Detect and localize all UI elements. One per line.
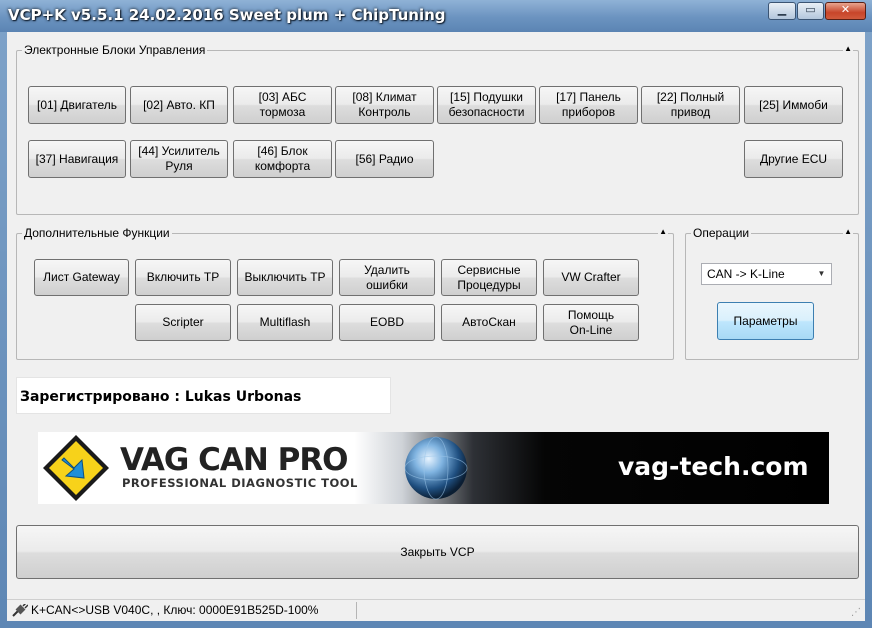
chevron-down-icon[interactable]: ▼ <box>813 265 830 283</box>
parameters-button[interactable]: Параметры <box>717 302 814 340</box>
close-vcp-button[interactable]: Закрыть VCP <box>16 525 859 579</box>
function-button-disable-tp[interactable]: Выключить ТР <box>237 259 333 296</box>
function-button-enable-tp[interactable]: Включить ТР <box>135 259 231 296</box>
window-title: VCP+K v5.5.1 24.02.2016 Sweet plum + Chi… <box>8 6 446 24</box>
banner-subtitle: PROFESSIONAL DIAGNOSTIC TOOL <box>122 476 358 490</box>
functions-group-title: Дополнительные Функции <box>22 226 172 240</box>
function-button-multiflash[interactable]: Multiflash <box>237 304 333 341</box>
operations-group-title: Операции <box>691 226 752 240</box>
function-button-scripter[interactable]: Scripter <box>135 304 231 341</box>
ecu-group: Электронные Блоки Управления ▲ <box>16 43 859 215</box>
protocol-select[interactable]: CAN -> K-Line ▼ <box>701 263 832 285</box>
title-bar[interactable]: VCP+K v5.5.1 24.02.2016 Sweet plum + Chi… <box>0 0 872 32</box>
close-window-button[interactable]: ✕ <box>825 2 866 20</box>
operations-group-collapse-icon[interactable]: ▲ <box>843 227 853 237</box>
registration-text: Зарегистрировано : Lukas Urbonas <box>20 389 302 405</box>
ecu-button-instruments[interactable]: [17] Панель приборов <box>539 86 638 124</box>
application-window: VCP+K v5.5.1 24.02.2016 Sweet plum + Chi… <box>0 0 872 628</box>
ecu-group-collapse-icon[interactable]: ▲ <box>843 44 853 54</box>
protocol-select-value: CAN -> K-Line <box>707 267 785 281</box>
ecu-button-radio[interactable]: [56] Радио <box>335 140 434 178</box>
ecu-button-engine[interactable]: [01] Двигатель <box>28 86 126 124</box>
minimize-button[interactable]: ▁ <box>768 2 796 20</box>
status-bar: K+CAN<>USB V040C, , Ключ: 0000E91B525D-1… <box>7 599 865 621</box>
function-button-vw-crafter[interactable]: VW Crafter <box>543 259 639 296</box>
ecu-group-title: Электронные Блоки Управления <box>22 43 208 57</box>
banner-title: VAG CAN PRO <box>120 442 349 478</box>
status-separator <box>356 602 357 619</box>
ecu-button-immobilizer[interactable]: [25] Иммоби <box>744 86 843 124</box>
ecu-button-abs[interactable]: [03] АБС тормоза <box>233 86 332 124</box>
ecu-button-navigation[interactable]: [37] Навигация <box>28 140 126 178</box>
ecu-button-other[interactable]: Другие ECU <box>744 140 843 178</box>
usb-plug-icon <box>12 604 28 617</box>
vag-can-pro-banner: VAG CAN PRO PROFESSIONAL DIAGNOSTIC TOOL… <box>38 432 829 504</box>
registration-box: Зарегистрировано : Lukas Urbonas <box>16 377 391 414</box>
globe-icon <box>404 436 468 500</box>
banner-website: vag-tech.com <box>618 452 809 481</box>
ecu-button-gearbox[interactable]: [02] Авто. КП <box>130 86 228 124</box>
ecu-button-comfort[interactable]: [46] Блок комфорта <box>233 140 332 178</box>
status-text: K+CAN<>USB V040C, , Ключ: 0000E91B525D-1… <box>31 603 319 617</box>
vag-can-pro-logo-icon <box>43 435 109 501</box>
client-area: Электронные Блоки Управления ▲ [01] Двиг… <box>7 32 865 621</box>
resize-grip-icon[interactable]: ⋰ <box>851 607 863 619</box>
maximize-button[interactable]: ▭ <box>797 2 824 20</box>
ecu-button-climate[interactable]: [08] Климат Контроль <box>335 86 434 124</box>
function-button-online-help[interactable]: Помощь On-Line <box>543 304 639 341</box>
functions-group-collapse-icon[interactable]: ▲ <box>658 227 668 237</box>
function-button-gateway-list[interactable]: Лист Gateway <box>34 259 129 296</box>
function-button-service-procedures[interactable]: Сервисные Процедуры <box>441 259 537 296</box>
ecu-button-airbag[interactable]: [15] Подушки безопасности <box>437 86 536 124</box>
ecu-button-awd[interactable]: [22] Полный привод <box>641 86 740 124</box>
function-button-clear-errors[interactable]: Удалить ошибки <box>339 259 435 296</box>
ecu-button-steering[interactable]: [44] Усилитель Руля <box>130 140 228 178</box>
function-button-autoscan[interactable]: АвтоСкан <box>441 304 537 341</box>
function-button-eobd[interactable]: EOBD <box>339 304 435 341</box>
operations-group: Операции ▲ <box>685 226 859 360</box>
